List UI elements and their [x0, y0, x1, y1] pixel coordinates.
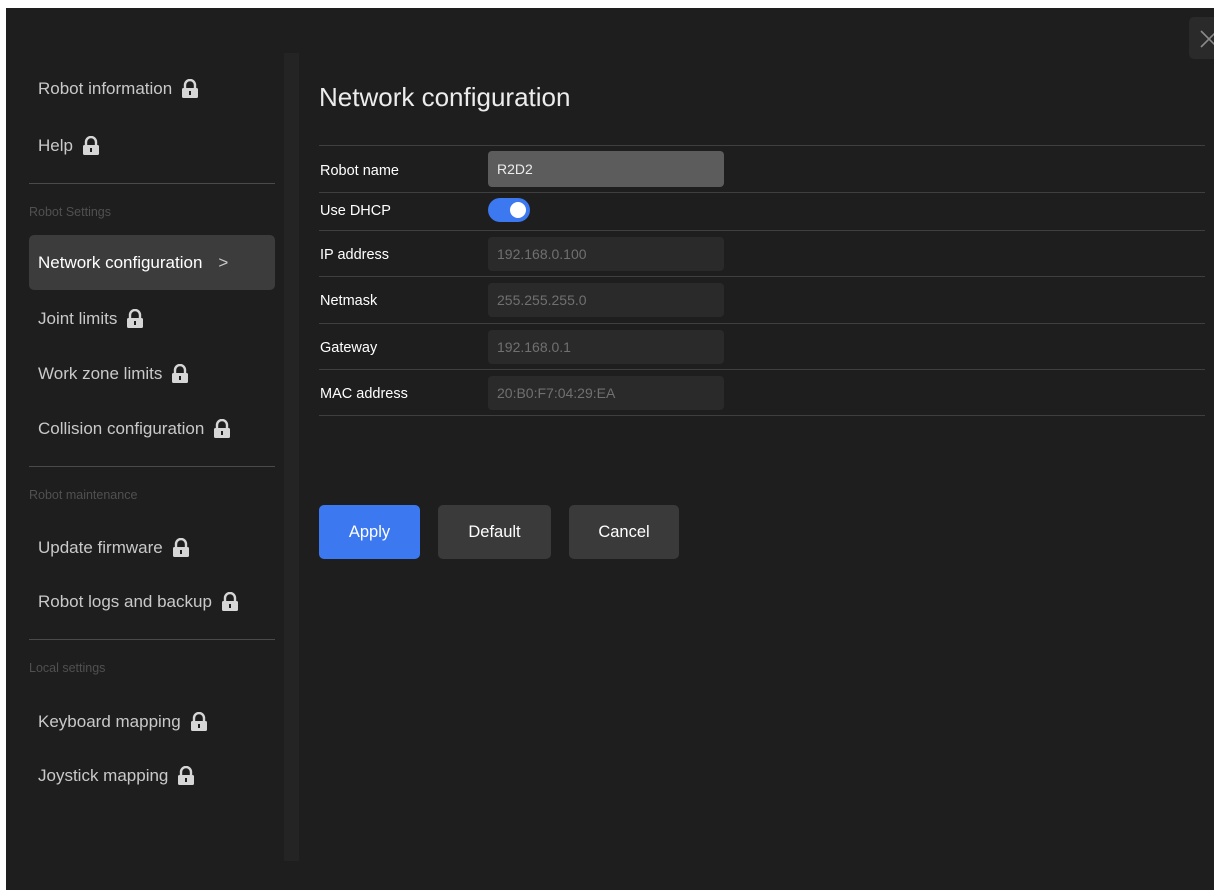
- sidebar-item-label: Robot information: [38, 78, 173, 98]
- sidebar-divider: [29, 183, 275, 184]
- toggle-knob: [510, 202, 526, 218]
- sidebar-item-robot-information[interactable]: Robot information: [29, 61, 275, 116]
- row-divider: [319, 192, 1205, 193]
- lock-icon: [177, 765, 195, 786]
- sidebar-item-label: Keyboard mapping: [38, 711, 181, 731]
- gateway-field: 192.168.0.1: [488, 330, 724, 364]
- settings-sidebar: Robot information Help Robot Settings Ne…: [6, 8, 282, 890]
- section-label-local-settings: Local settings: [29, 661, 106, 675]
- use-dhcp-label: Use DHCP: [320, 203, 391, 219]
- sidebar-divider: [29, 639, 275, 640]
- sidebar-item-label: Help: [38, 135, 73, 155]
- robot-name-field[interactable]: [488, 151, 724, 187]
- row-divider: [319, 369, 1205, 370]
- lock-icon: [181, 78, 199, 99]
- row-divider: [319, 145, 1205, 146]
- ip-address-label: IP address: [320, 247, 390, 263]
- row-divider: [319, 230, 1205, 231]
- lock-icon: [221, 591, 239, 612]
- netmask-label: Netmask: [320, 293, 378, 309]
- sidebar-item-label: Joint limits: [38, 308, 118, 328]
- sidebar-item-network-configuration[interactable]: Network configuration >: [29, 235, 275, 290]
- lock-icon: [171, 363, 189, 384]
- row-divider: [319, 276, 1205, 277]
- lock-icon: [172, 537, 190, 558]
- sidebar-item-label: Update firmware: [38, 537, 163, 557]
- sidebar-item-label: Joystick mapping: [38, 765, 169, 785]
- sidebar-divider: [29, 466, 275, 467]
- lock-icon: [126, 308, 144, 329]
- lock-icon: [213, 418, 231, 439]
- robot-name-label: Robot name: [320, 163, 399, 179]
- ip-address-field: 192.168.0.100: [488, 237, 724, 271]
- sidebar-item-label: Collision configuration: [38, 418, 205, 438]
- network-configuration-panel: Network configuration Robot name Use DHC…: [319, 8, 1214, 890]
- sidebar-item-label: Robot logs and backup: [38, 591, 212, 611]
- default-button[interactable]: Default: [438, 505, 551, 559]
- mac-address-label: MAC address: [320, 386, 408, 402]
- mac-address-field: 20:B0:F7:04:29:EA: [488, 376, 724, 410]
- sidebar-item-work-zone-limits[interactable]: Work zone limits: [29, 346, 275, 401]
- settings-dialog: Robot information Help Robot Settings Ne…: [6, 8, 1214, 890]
- row-divider: [319, 323, 1205, 324]
- section-label-robot-maintenance: Robot maintenance: [29, 488, 138, 502]
- chevron-right-icon: >: [218, 252, 229, 272]
- apply-button[interactable]: Apply: [319, 505, 420, 559]
- section-label-robot-settings: Robot Settings: [29, 205, 111, 219]
- lock-icon: [82, 135, 100, 156]
- cancel-button[interactable]: Cancel: [569, 505, 679, 559]
- sidebar-item-update-firmware[interactable]: Update firmware: [29, 520, 275, 575]
- netmask-field: 255.255.255.0: [488, 283, 724, 317]
- use-dhcp-toggle[interactable]: [488, 198, 530, 222]
- sidebar-item-label: Work zone limits: [38, 363, 163, 383]
- sidebar-item-label: Network configuration: [38, 252, 203, 272]
- gateway-label: Gateway: [320, 340, 378, 356]
- row-divider: [319, 415, 1205, 416]
- sidebar-item-joint-limits[interactable]: Joint limits: [29, 291, 275, 346]
- sidebar-item-keyboard-mapping[interactable]: Keyboard mapping: [29, 694, 275, 749]
- sidebar-scrollbar[interactable]: [284, 53, 299, 861]
- sidebar-item-help[interactable]: Help: [29, 118, 275, 173]
- page-title: Network configuration: [319, 82, 571, 112]
- sidebar-item-joystick-mapping[interactable]: Joystick mapping: [29, 748, 275, 803]
- sidebar-item-collision-configuration[interactable]: Collision configuration: [29, 401, 275, 456]
- sidebar-item-robot-logs-and-backup[interactable]: Robot logs and backup: [29, 574, 275, 629]
- lock-icon: [190, 711, 208, 732]
